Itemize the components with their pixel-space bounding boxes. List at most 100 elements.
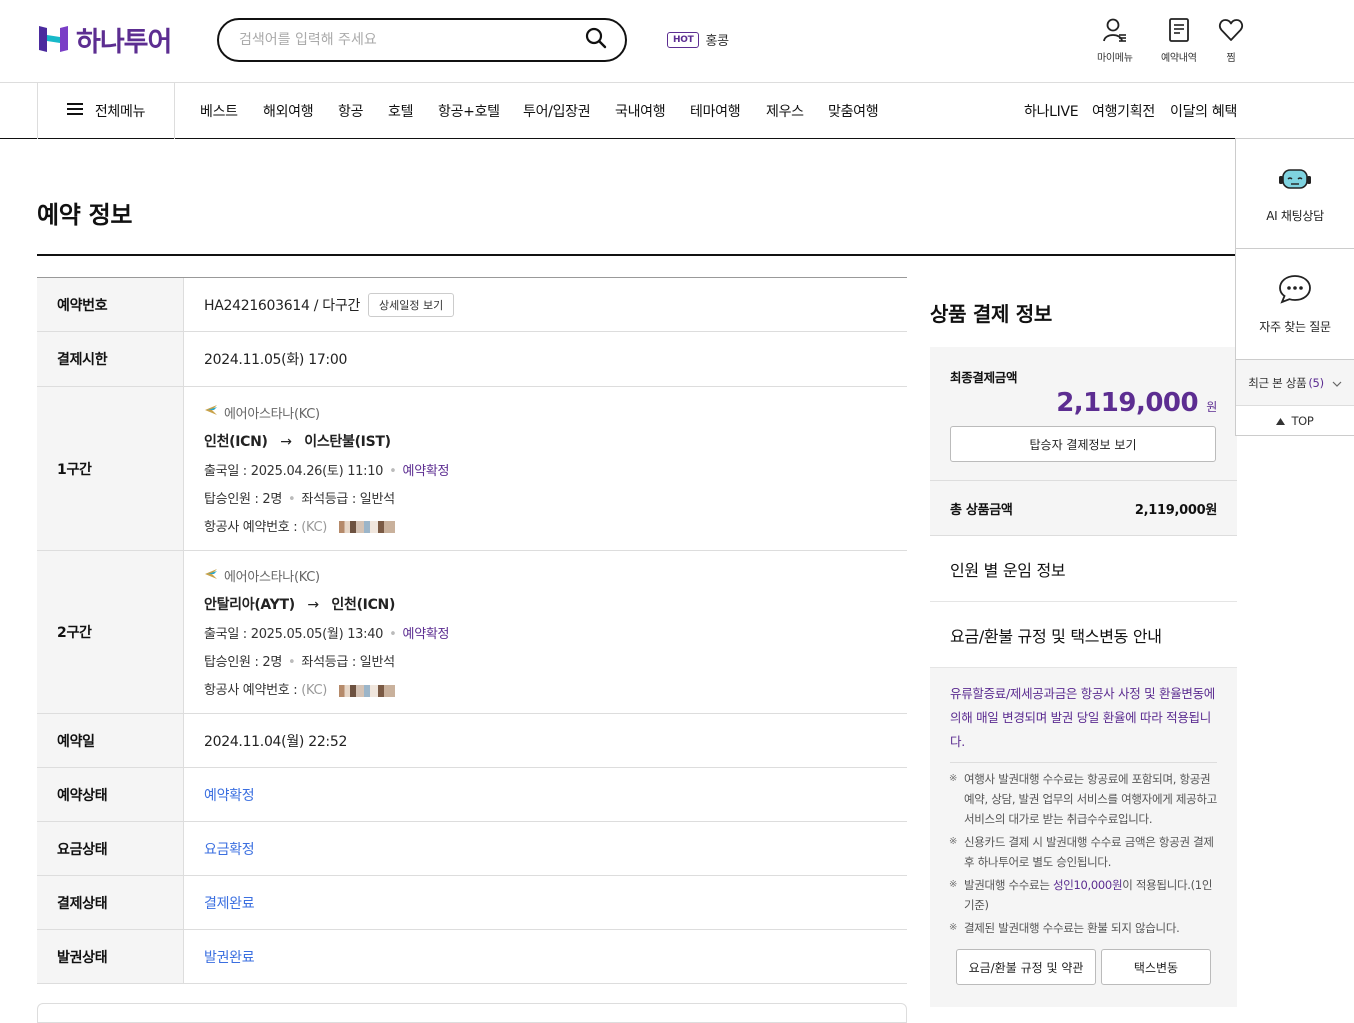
nav-item-exhibition[interactable]: 여행기획전 xyxy=(1092,101,1155,121)
reservation-status[interactable]: 예약확정 xyxy=(204,785,255,805)
total-amount-row: 총 상품금액 2,119,000원 xyxy=(930,481,1237,535)
all-menu-button[interactable]: 전체메뉴 xyxy=(37,83,175,139)
ai-chat-button[interactable]: AI 채팅상담 xyxy=(1236,139,1354,249)
row-value: 요금확정 xyxy=(184,822,907,875)
my-menu-button[interactable]: 마이메뉴 xyxy=(1097,17,1133,64)
separator-dot: • xyxy=(288,491,296,507)
ticketing-status[interactable]: 발권완료 xyxy=(204,947,255,967)
notice-bullet: 발권대행 수수료는 성인10,000원이 적용됩니다.(1인 기준) xyxy=(930,875,1237,915)
segment-row: 1구간 에어아스타나(KC) 인천(ICN) → 이스탄불(IST) 출국일 :… xyxy=(37,387,907,551)
table-row: 예약상태 예약확정 xyxy=(37,768,907,822)
origin: 안탈리아(AYT) xyxy=(204,597,295,613)
nav-item-flight[interactable]: 항공 xyxy=(338,101,363,121)
nav-item-overseas[interactable]: 해외여행 xyxy=(263,101,314,121)
nav-item-zeus[interactable]: 제우스 xyxy=(766,101,804,121)
departure-datetime: 출국일 : 2025.04.26(토) 11:10 xyxy=(204,463,384,479)
fuel-surcharge-notice: 유류할증료/제세공과금은 항공사 사정 및 환율변동에 의해 매일 변경되며 발… xyxy=(950,686,1216,749)
total-label: 총 상품금액 xyxy=(950,502,1013,518)
seat-class: 좌석등급 : 일반석 xyxy=(301,655,395,670)
pax-line: 탑승인원 : 2명 • 좌석등급 : 일반석 xyxy=(204,488,395,507)
nav-item-air-hotel[interactable]: 항공+호텔 xyxy=(438,101,500,121)
fare-status[interactable]: 요금확정 xyxy=(204,839,255,859)
refund-terms-button[interactable]: 요금/환불 규정 및 약관 xyxy=(956,949,1096,985)
segment-status: 예약확정 xyxy=(402,463,450,479)
nav-item-tour[interactable]: 투어/입장권 xyxy=(523,101,591,121)
row-value: 발권완료 xyxy=(184,930,907,983)
table-row: 발권상태 발권완료 xyxy=(37,930,907,984)
table-row: 예약번호 HA2421603614 / 다구간 상세일정 보기 xyxy=(37,278,907,332)
nav-item-best[interactable]: 베스트 xyxy=(200,101,238,121)
hamburger-icon xyxy=(66,102,83,120)
faq-label: 자주 찾는 질문 xyxy=(1259,320,1331,334)
pnr-label: 항공사 예약번호 : xyxy=(204,683,298,698)
chevron-down-icon xyxy=(1332,376,1342,390)
final-amount-value: 2,119,000 xyxy=(1056,388,1199,418)
ai-chat-label: AI 채팅상담 xyxy=(1266,208,1324,223)
tax-change-button[interactable]: 택스변동 xyxy=(1101,949,1211,985)
row-value: 결제완료 xyxy=(184,876,907,929)
bullet-text: 발권대행 수수료는 xyxy=(964,878,1053,892)
scroll-top-button[interactable]: TOP xyxy=(1236,406,1354,435)
passenger-payment-button[interactable]: 탑승자 결제정보 보기 xyxy=(950,426,1216,462)
destination: 인천(ICN) xyxy=(331,597,396,613)
page-title: 예약 정보 xyxy=(37,201,133,229)
separator-dot: • xyxy=(389,627,397,642)
pnr-prefix: (KC) xyxy=(301,683,328,698)
search-input[interactable] xyxy=(239,32,585,48)
nav-item-monthly-benefits[interactable]: 이달의 혜택 xyxy=(1170,101,1237,121)
destination: 이스탄불(IST) xyxy=(304,433,391,450)
refund-rules-accordion[interactable]: 요금/환불 규정 및 택스변동 안내 xyxy=(930,602,1237,668)
row-label: 예약일 xyxy=(37,714,184,767)
airline-logo-icon xyxy=(204,404,218,420)
quick-side-panel: AI 채팅상담 자주 찾는 질문 최근 본 상품 (5) TOP xyxy=(1235,138,1354,436)
final-amount: 2,119,000 원 xyxy=(950,388,1217,418)
pnr-label: 항공사 예약번호 : xyxy=(204,519,298,535)
hot-keyword-text[interactable]: 홍콩 xyxy=(705,30,729,49)
hot-badge: HOT xyxy=(667,31,700,48)
chat-bubble-icon xyxy=(1277,273,1313,308)
search-bar[interactable] xyxy=(217,18,627,62)
wishlist-button[interactable]: 찜 xyxy=(1218,17,1244,64)
recent-products-button[interactable]: 최근 본 상품 (5) xyxy=(1236,360,1354,406)
search-icon[interactable] xyxy=(585,27,607,53)
pnr-redacted xyxy=(338,521,395,533)
detail-itinerary-button[interactable]: 상세일정 보기 xyxy=(368,292,455,317)
nav-item-domestic[interactable]: 국내여행 xyxy=(615,101,666,121)
row-label: 결제상태 xyxy=(37,876,184,929)
final-amount-label: 최종결제금액 xyxy=(950,370,1018,385)
route-arrow: → xyxy=(280,433,292,450)
divider xyxy=(950,762,1217,763)
rules-buttons: 요금/환불 규정 및 약관 택스변동 xyxy=(930,941,1237,985)
table-row: 요금상태 요금확정 xyxy=(37,822,907,876)
reservation-history-button[interactable]: 예약내역 xyxy=(1161,17,1197,64)
route: 안탈리아(AYT) → 인천(ICN) xyxy=(204,594,395,614)
nav-item-theme[interactable]: 테마여행 xyxy=(690,101,741,121)
payment-status[interactable]: 결제완료 xyxy=(204,893,255,913)
my-menu-label: 마이메뉴 xyxy=(1097,53,1133,64)
row-label: 예약번호 xyxy=(37,278,184,331)
all-menu-label: 전체메뉴 xyxy=(94,104,146,120)
passenger-count: 탑승인원 : 2명 xyxy=(204,491,283,507)
faq-button[interactable]: 자주 찾는 질문 xyxy=(1236,249,1354,360)
final-amount-section: 최종결제금액 2,119,000 원 탑승자 결제정보 보기 xyxy=(930,347,1237,480)
notice-bullet: 신용카드 결제 시 발권대행 수수료 금액은 항공권 결제 후 하나투어로 별도… xyxy=(930,832,1237,872)
nav-item-hotel[interactable]: 호텔 xyxy=(388,101,413,121)
table-row: 결제시한 2024.11.05(화) 17:00 xyxy=(37,332,907,387)
hot-keyword[interactable]: HOT 홍콩 xyxy=(667,30,729,49)
total-value: 2,119,000원 xyxy=(1134,502,1217,518)
fare-by-person-accordion[interactable]: 인원 별 운임 정보 xyxy=(930,536,1237,602)
origin: 인천(ICN) xyxy=(204,433,268,450)
airline: 에어아스타나(KC) xyxy=(204,403,320,422)
row-label: 결제시한 xyxy=(37,332,184,386)
brand-logo[interactable]: 하나투어 xyxy=(37,22,172,58)
nav-item-hana-live[interactable]: 하나LIVE xyxy=(1024,101,1079,121)
next-section-box xyxy=(37,1003,907,1023)
segment-label: 2구간 xyxy=(37,551,184,713)
payment-panel: 최종결제금액 2,119,000 원 탑승자 결제정보 보기 총 상품금액 2,… xyxy=(930,347,1237,1007)
nav-item-custom[interactable]: 맞춤여행 xyxy=(828,101,879,121)
route-arrow: → xyxy=(307,597,319,613)
document-icon xyxy=(1166,17,1192,46)
segment-detail: 에어아스타나(KC) 안탈리아(AYT) → 인천(ICN) 출국일 : 202… xyxy=(184,551,907,713)
row-label: 요금상태 xyxy=(37,822,184,875)
segment-row: 2구간 에어아스타나(KC) 안탈리아(AYT) → 인천(ICN) 출국일 :… xyxy=(37,551,907,714)
